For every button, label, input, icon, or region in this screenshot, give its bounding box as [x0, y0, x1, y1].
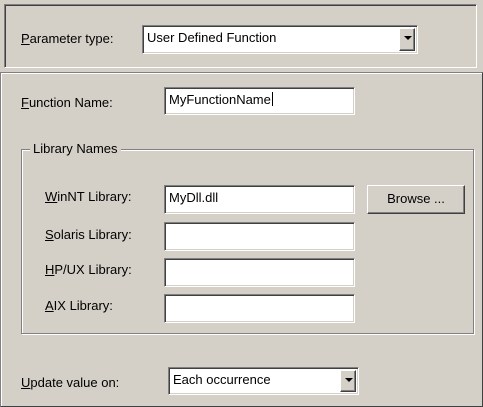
update-value-label-accel: U	[21, 375, 31, 390]
function-name-input[interactable]: MyFunctionName	[164, 87, 355, 115]
hpux-library-label-accel: H	[45, 262, 55, 277]
text-caret	[271, 92, 273, 106]
solaris-library-label: Solaris Library:	[45, 227, 132, 243]
solaris-library-label-accel: S	[45, 227, 54, 242]
winnt-library-label-accel: W	[45, 189, 58, 204]
parameter-type-select[interactable]: User Defined Function	[142, 25, 418, 54]
chevron-down-icon	[404, 36, 412, 40]
aix-library-label: AIX Library:	[45, 298, 113, 314]
function-name-value: MyFunctionName	[169, 92, 271, 107]
solaris-library-label-text: olaris Library:	[53, 227, 132, 242]
function-name-label-text: unction Name:	[28, 95, 113, 110]
parameter-type-label-text: arameter type:	[29, 31, 114, 46]
aix-library-label-text: IX Library:	[53, 298, 113, 313]
winnt-library-label-text: inNT Library:	[57, 189, 132, 204]
winnt-library-input[interactable]: MyDll.dll	[164, 185, 355, 214]
library-names-title: Library Names	[30, 141, 121, 157]
winnt-library-value: MyDll.dll	[169, 190, 219, 205]
aix-library-label-accel: A	[45, 298, 54, 313]
aix-library-input[interactable]	[164, 294, 355, 323]
parameter-type-value: User Defined Function	[147, 30, 277, 45]
parameter-type-label: Parameter type:	[21, 31, 114, 47]
update-value-label-text: pdate value on:	[30, 375, 120, 390]
winnt-library-label: WinNT Library:	[45, 189, 131, 205]
parameter-type-label-accel: P	[21, 31, 30, 46]
solaris-library-input[interactable]	[164, 222, 355, 251]
update-value-select[interactable]: Each occurrence	[168, 367, 359, 395]
function-name-label-accel: F	[21, 95, 29, 110]
chevron-down-icon	[345, 378, 353, 382]
hpux-library-input[interactable]	[164, 258, 355, 287]
update-value-label: Update value on:	[21, 375, 119, 391]
update-value-value: Each occurrence	[173, 372, 271, 387]
update-value-dropdown-button[interactable]	[340, 370, 356, 392]
hpux-library-label: HP/UX Library:	[45, 262, 132, 278]
parameter-type-dropdown-button[interactable]	[399, 28, 415, 51]
function-name-label: Function Name:	[21, 95, 113, 111]
hpux-library-label-text: P/UX Library:	[54, 262, 132, 277]
browse-button[interactable]: Browse ...	[367, 185, 465, 214]
